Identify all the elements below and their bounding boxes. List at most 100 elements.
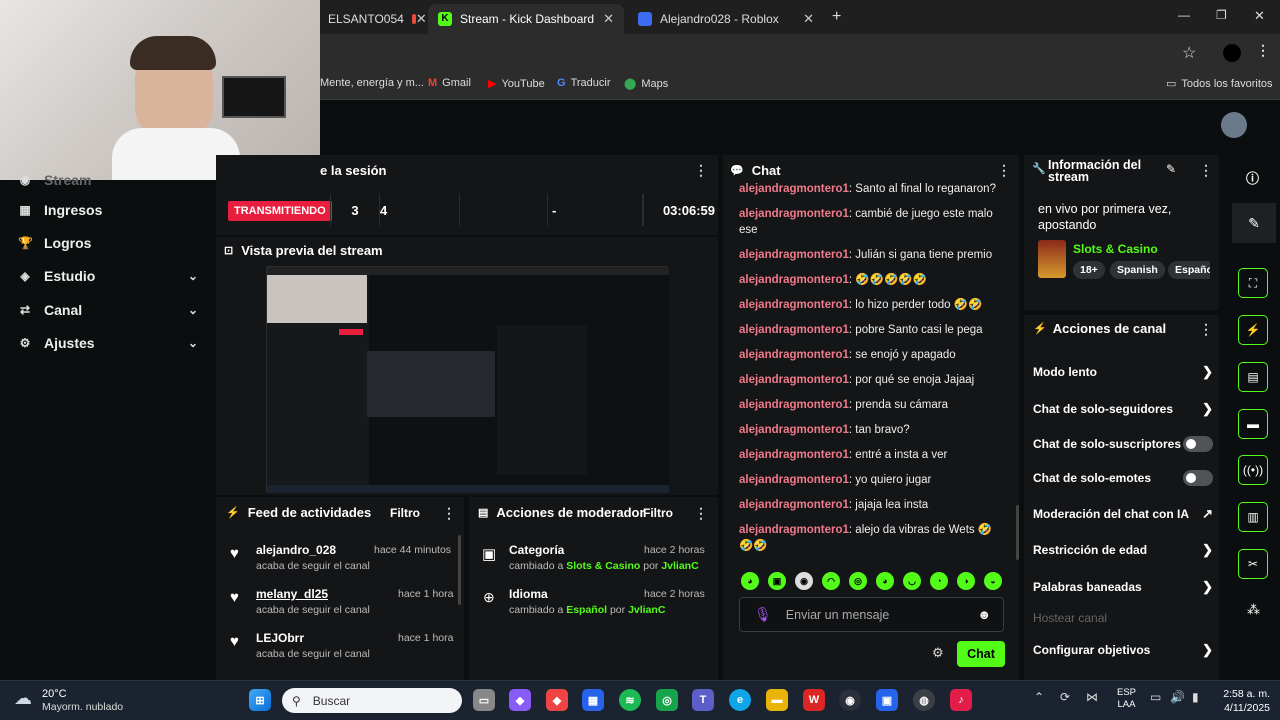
emote-icon[interactable]: ◠ bbox=[822, 572, 840, 590]
close-icon[interactable]: ✕ bbox=[603, 11, 614, 27]
sidebar-item-canal[interactable]: ⇄ Canal ⌄ bbox=[18, 302, 198, 318]
more-options-icon[interactable]: ⋮ bbox=[442, 505, 456, 522]
clock-date[interactable]: 4/11/2025 bbox=[1208, 702, 1270, 714]
chat-username[interactable]: alejandragmontero1 bbox=[739, 299, 849, 311]
close-icon[interactable]: ✕ bbox=[803, 11, 814, 27]
language-indicator[interactable]: ESP LAA bbox=[1117, 687, 1136, 711]
edge-icon[interactable]: e bbox=[729, 689, 751, 711]
spotify-icon[interactable]: ≋ bbox=[619, 689, 641, 711]
volume-icon[interactable]: 🔊 bbox=[1170, 690, 1185, 704]
language-value[interactable]: Español bbox=[566, 604, 607, 616]
slots-casino-thumbnail[interactable] bbox=[1038, 240, 1066, 278]
bookmark-gmail[interactable]: M Gmail bbox=[428, 77, 471, 89]
more-options-icon[interactable]: ⋮ bbox=[1199, 162, 1213, 179]
bookmark-item[interactable]: Mente, energía y m... bbox=[320, 77, 424, 89]
more-options-icon[interactable]: ⋮ bbox=[1199, 321, 1213, 338]
close-window-icon[interactable]: ✕ bbox=[1254, 8, 1265, 24]
sidebar-item-ingresos[interactable]: ▦ Ingresos bbox=[18, 202, 198, 218]
bookmark-youtube[interactable]: ▶ YouTube bbox=[488, 77, 545, 91]
sidebar-item-logros[interactable]: 🏆 Logros bbox=[18, 235, 198, 251]
chat-username[interactable]: alejandragmontero1 bbox=[739, 249, 849, 261]
teams-icon[interactable]: T bbox=[692, 689, 714, 711]
toggle-switch[interactable] bbox=[1183, 436, 1213, 452]
store-icon[interactable]: ▦ bbox=[582, 689, 604, 711]
edit-pencil-icon[interactable]: ✎ bbox=[1166, 162, 1176, 176]
activity-user[interactable]: melany_dl25 bbox=[256, 587, 328, 601]
bookmark-maps[interactable]: ⬤ Maps bbox=[624, 77, 668, 91]
copilot-icon[interactable]: ◆ bbox=[509, 689, 531, 711]
chat-username[interactable]: alejandragmontero1 bbox=[739, 499, 849, 511]
battery-icon[interactable]: ▮ bbox=[1192, 690, 1199, 704]
profile-avatar[interactable] bbox=[1223, 44, 1241, 62]
activity-user[interactable]: LEJObrr bbox=[256, 631, 304, 645]
layout-icon[interactable]: ▥ bbox=[1238, 502, 1268, 532]
more-options-icon[interactable]: ⋮ bbox=[997, 162, 1011, 179]
tab-kick-dashboard[interactable]: K Stream - Kick Dashboard ✕ bbox=[428, 4, 624, 34]
task-view-icon[interactable]: ▭ bbox=[473, 689, 495, 711]
fullscreen-icon[interactable]: ⛶ bbox=[1238, 268, 1268, 298]
broadcast-icon[interactable]: ((•)) bbox=[1238, 455, 1268, 485]
chat-username[interactable]: alejandragmontero1 bbox=[739, 324, 849, 336]
winrar-icon[interactable]: W bbox=[803, 689, 825, 711]
close-icon[interactable]: ✕ bbox=[416, 11, 427, 27]
chat-username[interactable]: alejandragmontero1 bbox=[739, 424, 849, 436]
emote-icon[interactable]: ◕ bbox=[876, 572, 894, 590]
chat-username[interactable]: alejandragmontero1 bbox=[739, 274, 849, 286]
user-avatar[interactable] bbox=[1221, 112, 1247, 138]
file-explorer-icon[interactable]: ▬ bbox=[766, 689, 788, 711]
tray-chevron-icon[interactable]: ⌃ bbox=[1034, 690, 1044, 704]
edit-panel-icon[interactable]: ✎ bbox=[1232, 203, 1276, 243]
chat-username[interactable]: alejandragmontero1 bbox=[739, 474, 849, 486]
chat-scrollbar[interactable] bbox=[1016, 505, 1019, 560]
scrollbar[interactable] bbox=[458, 535, 461, 605]
windows-start-icon[interactable]: ⊞ bbox=[249, 689, 271, 711]
more-options-icon[interactable]: ⋮ bbox=[694, 162, 708, 179]
category-value[interactable]: Slots & Casino bbox=[566, 560, 640, 572]
sync-icon[interactable]: ⟳ bbox=[1060, 690, 1070, 704]
bookmark-traducir[interactable]: G Traducir bbox=[557, 77, 611, 89]
tab-roblox[interactable]: Alejandro028 - Roblox ✕ bbox=[628, 4, 824, 34]
action-ai-moderation[interactable]: Moderación del chat con IA ↗ bbox=[1033, 506, 1213, 522]
emote-icon[interactable]: ◡ bbox=[903, 572, 921, 590]
tools-icon[interactable]: ✂ bbox=[1238, 549, 1268, 579]
new-tab-button[interactable]: + bbox=[832, 8, 841, 26]
maximize-icon[interactable]: ❐ bbox=[1216, 8, 1227, 22]
action-slow-mode[interactable]: Modo lento ❯ bbox=[1033, 364, 1213, 380]
obs-icon[interactable]: ◍ bbox=[913, 689, 935, 711]
chat-input[interactable]: 🎙 Enviar un mensaje ☻ bbox=[739, 597, 1004, 632]
all-bookmarks[interactable]: ▭ Todos los favoritos bbox=[1166, 77, 1273, 91]
moderator-filter-button[interactable]: Filtro bbox=[643, 506, 673, 520]
chat-settings-icon[interactable]: ⚙ bbox=[932, 645, 944, 661]
emote-icon[interactable]: ◉ bbox=[795, 572, 813, 590]
toggle-switch[interactable] bbox=[1183, 470, 1213, 486]
action-set-goals[interactable]: Configurar objetivos ❯ bbox=[1033, 642, 1213, 658]
tab-elsanto[interactable]: ELSANTO054 ✕ bbox=[318, 4, 428, 34]
more-options-icon[interactable]: ⋮ bbox=[694, 505, 708, 522]
clock-time[interactable]: 2:58 a. m. bbox=[1218, 688, 1270, 700]
emote-icon[interactable]: ▣ bbox=[768, 572, 786, 590]
network-icon[interactable]: ▭ bbox=[1150, 690, 1161, 704]
activity-filter-button[interactable]: Filtro bbox=[390, 506, 420, 520]
sidebar-item-ajustes[interactable]: ⚙ Ajustes ⌄ bbox=[18, 335, 198, 351]
browser-app-icon[interactable]: ◎ bbox=[656, 689, 678, 711]
action-followers-only[interactable]: Chat de solo-seguidores ❯ bbox=[1033, 401, 1213, 417]
chat-username[interactable]: alejandragmontero1 bbox=[739, 349, 849, 361]
chat-username[interactable]: alejandragmontero1 bbox=[739, 449, 849, 461]
moderator-user[interactable]: JvlianC bbox=[661, 560, 698, 572]
moderator-user[interactable]: JvlianC bbox=[628, 604, 665, 616]
microphone-icon[interactable]: 🎙 bbox=[754, 606, 772, 623]
browser-menu-icon[interactable]: ⋮ bbox=[1256, 42, 1270, 59]
weather-icon[interactable]: ☁ bbox=[14, 688, 32, 709]
stream-category[interactable]: Slots & Casino bbox=[1073, 242, 1158, 256]
tiktok-icon[interactable]: ♪ bbox=[950, 689, 972, 711]
roblox-app-icon[interactable]: ▣ bbox=[876, 689, 898, 711]
sidebar-item-estudio[interactable]: ◈ Estudio ⌄ bbox=[18, 268, 198, 284]
emote-icon[interactable]: ◎ bbox=[849, 572, 867, 590]
emote-icon[interactable]: ◑ bbox=[957, 572, 975, 590]
apps-icon[interactable]: ⁂ bbox=[1247, 602, 1260, 618]
action-age-restriction[interactable]: Restricción de edad ❯ bbox=[1033, 542, 1213, 558]
sidebar-item-stream[interactable]: ◉ Stream bbox=[18, 172, 198, 188]
info-icon[interactable]: ⓘ bbox=[1246, 168, 1259, 187]
chat-icon[interactable]: ▬ bbox=[1238, 409, 1268, 439]
lightning-action-icon[interactable]: ⚡ bbox=[1238, 315, 1268, 345]
